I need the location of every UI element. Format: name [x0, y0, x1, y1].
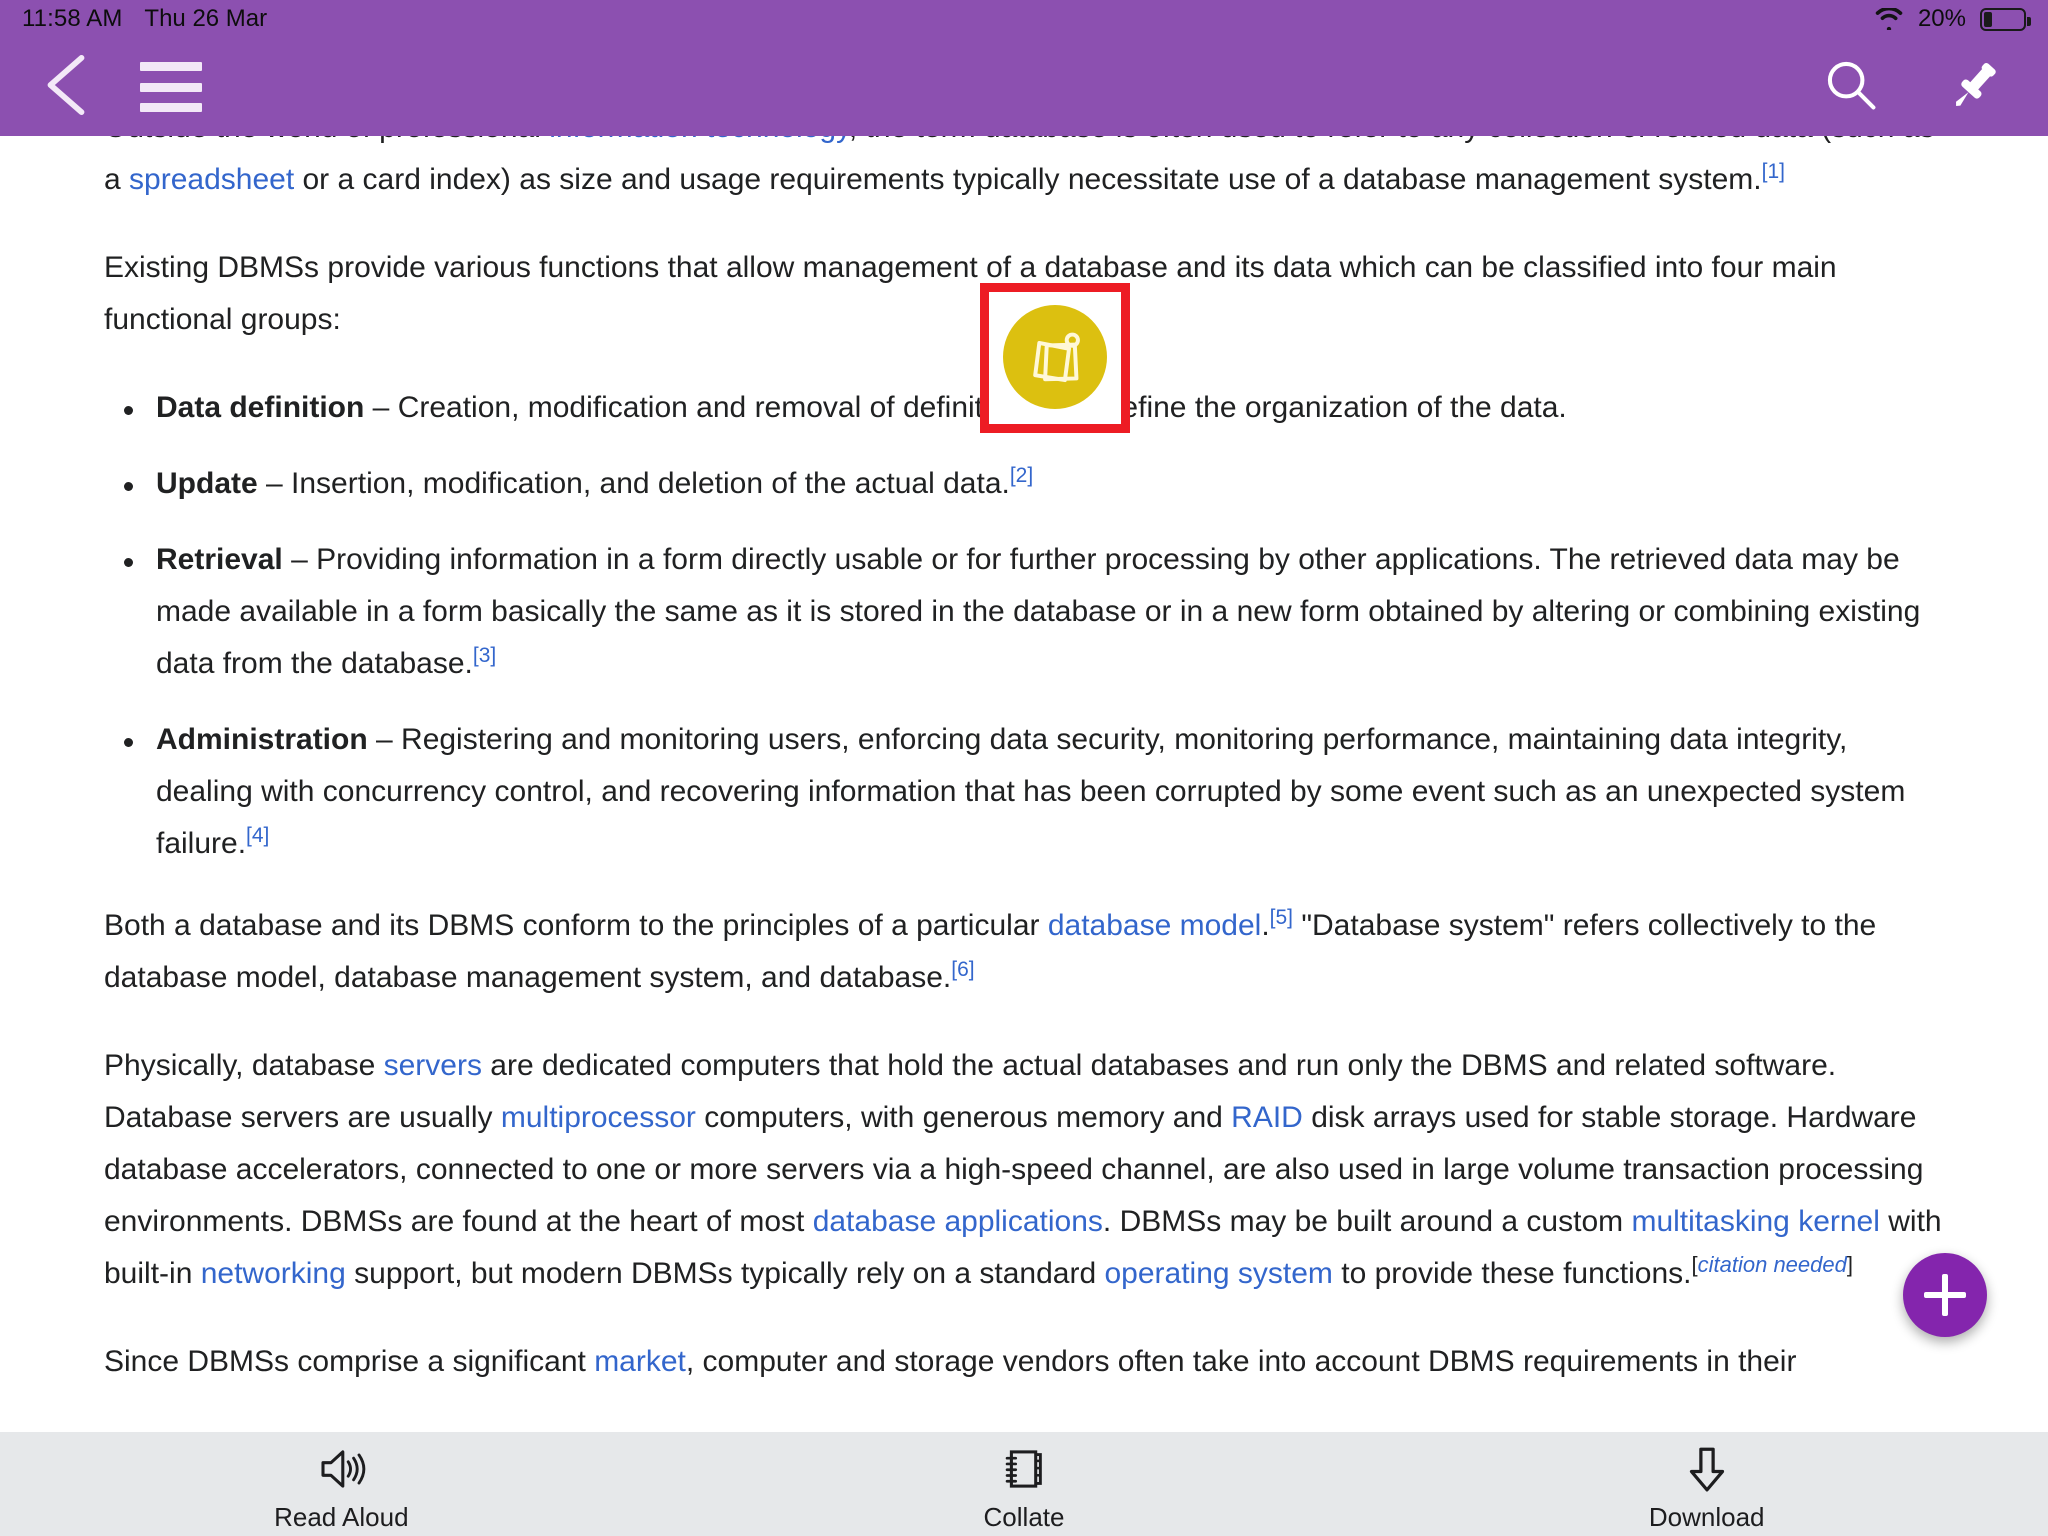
collate-label: Collate: [983, 1502, 1065, 1532]
download-label: Download: [1648, 1502, 1765, 1532]
speaker-volume-icon: [314, 1442, 368, 1496]
functional-groups-list: Data definition – Creation, modification…: [104, 382, 1944, 870]
list-item-term: Data definition: [156, 391, 365, 424]
wiki-link[interactable]: market: [594, 1345, 686, 1378]
list-item: Retrieval – Providing information in a f…: [104, 534, 1944, 690]
download-button[interactable]: Download: [1365, 1432, 2048, 1533]
citation-needed-link[interactable]: citation needed: [1698, 1252, 1847, 1277]
body-text: Outside the world of professional: [104, 136, 549, 144]
wiki-link[interactable]: spreadsheet: [129, 163, 294, 196]
wiki-link[interactable]: multiprocessor: [501, 1101, 696, 1134]
wiki-link[interactable]: database applications: [813, 1205, 1103, 1238]
paragraph-cutoff: Outside the world of professional inform…: [104, 136, 1944, 206]
add-button[interactable]: [1903, 1253, 1987, 1337]
body-text: – Providing information in a form direct…: [156, 543, 1921, 680]
reference-marker[interactable]: [6]: [951, 958, 974, 981]
notebook-pages-icon: [997, 1442, 1051, 1496]
status-bar: 11:58 AM Thu 26 Mar 20%: [0, 0, 2048, 38]
body-text: to provide these functions.: [1332, 1257, 1692, 1290]
status-time: 11:58 AM: [22, 5, 123, 32]
nav-actions: [1822, 56, 2004, 119]
sticky-notes-icon: [1022, 324, 1088, 390]
paragraph-since-dbms: Since DBMSs comprise a significant marke…: [104, 1336, 1944, 1388]
body-text: – Creation, modification and removal of …: [364, 391, 1567, 424]
wiki-link[interactable]: networking: [201, 1257, 346, 1290]
collate-button[interactable]: Collate: [683, 1432, 1366, 1533]
download-arrow-icon: [1680, 1442, 1734, 1496]
list-item: Administration – Registering and monitor…: [104, 714, 1944, 870]
body-text: . DBMSs may be built around a custom: [1102, 1205, 1632, 1238]
citation-needed-bracket: ]: [1846, 1252, 1853, 1277]
status-date: Thu 26 Mar: [144, 5, 268, 32]
list-item: Update – Insertion, modification, and de…: [104, 458, 1944, 510]
body-text: support, but modern DBMSs typically rely…: [345, 1257, 1105, 1290]
paragraph-physically: Physically, database servers are dedicat…: [104, 1040, 1944, 1300]
body-text: computers, with generous memory and: [695, 1101, 1232, 1134]
paragraph-both-database: Both a database and its DBMS conform to …: [104, 900, 1944, 1004]
status-bar-right: 20%: [1874, 5, 2031, 33]
reference-marker[interactable]: [4]: [246, 824, 269, 847]
pushpin-icon[interactable]: [1946, 56, 2004, 119]
body-text: or a card index) as size and usage requi…: [294, 163, 1762, 196]
body-text: – Registering and monitoring users, enfo…: [156, 723, 1906, 860]
sticky-notes-button[interactable]: [1003, 305, 1107, 409]
top-navigation-bar: [0, 38, 2048, 136]
body-text: Since DBMSs comprise a significant: [104, 1345, 595, 1378]
reference-marker[interactable]: [2]: [1010, 464, 1033, 487]
body-text: Both a database and its DBMS conform to …: [104, 909, 1048, 942]
body-text: , computer and storage vendors often tak…: [685, 1345, 1797, 1378]
read-aloud-button[interactable]: Read Aloud: [0, 1432, 683, 1533]
battery-percent-label: 20%: [1917, 5, 1966, 32]
wiki-link[interactable]: servers: [384, 1049, 482, 1082]
list-item-term: Update: [156, 467, 258, 500]
body-text: – Insertion, modification, and deletion …: [257, 467, 1010, 500]
plus-icon-vertical: [1942, 1274, 1948, 1316]
wiki-link[interactable]: multitasking kernel: [1631, 1205, 1879, 1238]
tablet-screen: 11:58 AM Thu 26 Mar 20% a spreadsheet or…: [0, 0, 2048, 1536]
body-text: Physically, database: [104, 1049, 384, 1082]
battery-icon: [1980, 7, 2031, 31]
body-text: Existing DBMSs provide various functions…: [104, 251, 1837, 336]
wiki-link[interactable]: information technology: [549, 136, 849, 144]
hamburger-menu-icon[interactable]: [140, 62, 202, 112]
wifi-icon: [1874, 8, 1904, 30]
status-bar-left: 11:58 AM Thu 26 Mar: [22, 5, 267, 33]
wiki-link[interactable]: database model: [1048, 909, 1262, 942]
back-button[interactable]: [0, 54, 94, 121]
bottom-toolbar: Read Aloud Collate Download: [0, 1432, 2048, 1536]
body-text: .: [1261, 909, 1270, 942]
search-icon[interactable]: [1822, 56, 1880, 119]
wiki-link[interactable]: RAID: [1231, 1101, 1303, 1134]
reference-marker[interactable]: [5]: [1270, 906, 1293, 929]
wiki-link[interactable]: operating system: [1104, 1257, 1332, 1290]
read-aloud-label: Read Aloud: [274, 1502, 409, 1532]
reference-marker[interactable]: [3]: [473, 644, 496, 667]
reference-marker[interactable]: [1]: [1762, 160, 1785, 183]
list-item-term: Retrieval: [156, 543, 283, 576]
list-item-term: Administration: [156, 723, 368, 756]
